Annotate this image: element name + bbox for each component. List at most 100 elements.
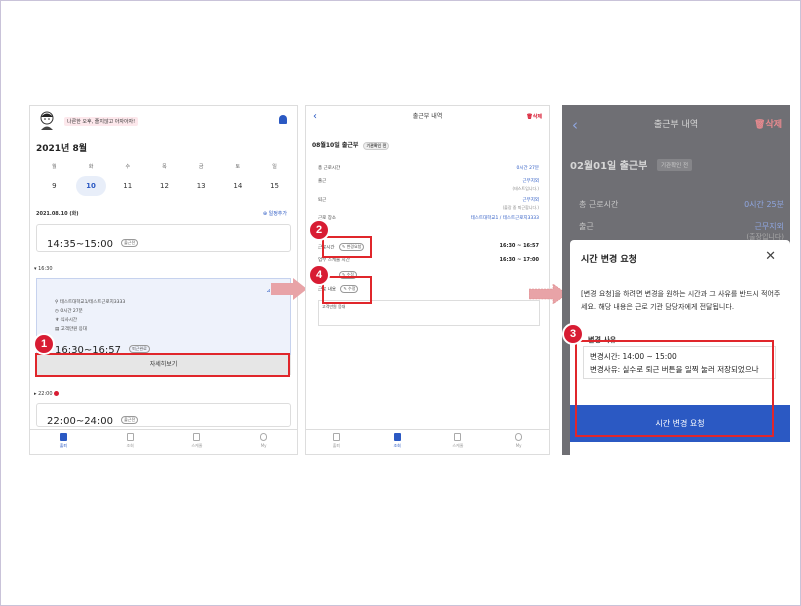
row-label: 총 근로시간 bbox=[318, 166, 341, 171]
nav-item-my[interactable]: My bbox=[244, 430, 284, 454]
weekday-label: 월 bbox=[52, 164, 57, 170]
date-row: 9 10 11 12 13 14 15 bbox=[30, 176, 297, 196]
card-duration: ◷ 0시간 27분 bbox=[55, 309, 83, 314]
arrow-icon bbox=[271, 278, 307, 300]
weekday-label: 화 bbox=[88, 164, 94, 170]
attendance-heading: 02월01일 출근부 bbox=[570, 161, 648, 172]
step-badge: 4 bbox=[308, 264, 330, 286]
close-icon[interactable]: ✕ bbox=[765, 249, 776, 264]
row-value: 근무지외 bbox=[522, 198, 539, 203]
row-label: 퇴근 bbox=[318, 198, 327, 203]
highlight-box bbox=[322, 276, 372, 304]
row-value: 16:30 ~ 16:57 bbox=[499, 243, 539, 249]
time-section-header[interactable]: ▾ 16:30 bbox=[34, 266, 53, 272]
nav-item-schedule[interactable]: 스케줄 bbox=[177, 430, 217, 454]
weekday-label: 수 bbox=[125, 164, 131, 170]
attendance-heading: 08월10일 출근부 기관확인 전 bbox=[312, 140, 390, 150]
card-location: ⚲ 테스트대학교1/테스트근로지3333 bbox=[55, 300, 126, 305]
weekday-row: 월 화 수 목 금 토 일 bbox=[30, 163, 297, 170]
highlight-box bbox=[575, 340, 774, 437]
status-badge: 기관확인 전 bbox=[657, 159, 693, 171]
time-section-header[interactable]: ▸ 22:00 bbox=[34, 391, 60, 397]
date-cell[interactable]: 12 bbox=[149, 176, 179, 196]
checkbox-icon bbox=[59, 433, 67, 441]
calendar-icon bbox=[454, 433, 462, 441]
calendar-icon bbox=[193, 433, 201, 441]
card-task: ▤ 고객만원 응대 bbox=[55, 327, 87, 332]
nav-label: My bbox=[260, 443, 267, 448]
delete-button[interactable]: 🗑삭제 bbox=[754, 105, 782, 145]
selected-date-header: 2021.08.10 (화) bbox=[36, 211, 79, 217]
row-value: 근무지외 bbox=[522, 179, 539, 184]
delete-label: 삭제 bbox=[765, 120, 782, 130]
nav-label: 스케줄 bbox=[191, 443, 203, 448]
row-value: 0시간 25분 bbox=[744, 200, 784, 209]
nav-label: 조회 bbox=[393, 443, 401, 448]
highlight-box bbox=[35, 353, 290, 377]
weekday-label: 금 bbox=[198, 164, 204, 170]
status-badge: 출근전 bbox=[121, 415, 139, 424]
step-badge: 1 bbox=[33, 333, 55, 355]
shift-time: 14:35~15:00 bbox=[47, 239, 114, 250]
nav-label: 출퇴 bbox=[332, 443, 341, 448]
status-badge: 퇴근완료 bbox=[129, 344, 150, 353]
nav-item-schedule[interactable]: 스케줄 bbox=[438, 430, 478, 454]
bottom-nav: 출퇴 조회 스케줄 My bbox=[306, 429, 549, 454]
checkbox-icon bbox=[332, 433, 340, 441]
row-sub: (테스트입니다.) bbox=[512, 186, 539, 191]
avatar-icon bbox=[40, 111, 54, 130]
heading-text: 08월10일 출근부 bbox=[312, 142, 359, 149]
month-title: 2021년 8월 bbox=[36, 144, 88, 154]
delete-label: 삭제 bbox=[532, 114, 542, 120]
weekday-label: 목 bbox=[162, 164, 167, 170]
user-icon bbox=[515, 433, 523, 441]
card-meal: ♆ 식사시간 bbox=[55, 318, 78, 323]
section-label: ▸ 22:00 bbox=[34, 391, 53, 397]
row-value: 근무지외 bbox=[754, 222, 784, 231]
alert-dot-icon bbox=[54, 391, 60, 396]
step-badge: 3 bbox=[562, 323, 584, 345]
date-cell[interactable]: 11 bbox=[113, 176, 143, 196]
nav-label: 조회 bbox=[126, 443, 134, 448]
delete-button[interactable]: 🗑삭제 bbox=[526, 106, 542, 128]
nav-item-my[interactable]: My bbox=[499, 430, 539, 454]
shift-card[interactable]: 14:35~15:00 출근전 bbox=[36, 224, 291, 252]
row-label: 출근 bbox=[318, 179, 327, 184]
greeting-text: 나른한 오후, 졸지않고 아자아자! bbox=[64, 117, 139, 126]
date-cell-selected[interactable]: 10 bbox=[76, 176, 107, 196]
row-value: 0시간 27분 bbox=[516, 166, 539, 171]
nav-item-attendance[interactable]: 출퇴 bbox=[43, 430, 83, 454]
row-value: 16:30 ~ 17:00 bbox=[499, 257, 539, 263]
shift-card[interactable]: 22:00~24:00 출근전 bbox=[36, 403, 291, 427]
row-sub: (출장 중 퇴근합니다.) bbox=[502, 205, 539, 210]
date-cell[interactable]: 15 bbox=[260, 176, 290, 196]
document-icon bbox=[126, 433, 134, 441]
modal-description: [변경 요청]을 하려면 변경을 원하는 시간과 그 사유를 반드시 적어주세요… bbox=[581, 290, 781, 311]
document-icon bbox=[393, 433, 401, 441]
nav-item-attendance[interactable]: 출퇴 bbox=[316, 430, 356, 454]
row-label: 출근 bbox=[579, 222, 594, 231]
back-icon[interactable]: ‹ bbox=[572, 105, 578, 145]
nav-item-search[interactable]: 조회 bbox=[377, 430, 417, 454]
status-badge: 기관확인 전 bbox=[363, 141, 390, 150]
step-badge: 2 bbox=[308, 219, 330, 241]
trash-icon: 🗑 bbox=[754, 120, 766, 130]
date-cell[interactable]: 9 bbox=[39, 176, 69, 196]
back-icon[interactable]: ‹ bbox=[313, 106, 317, 128]
bottom-nav: 출퇴 조회 스케줄 My bbox=[30, 429, 297, 454]
nav-item-search[interactable]: 조회 bbox=[110, 430, 150, 454]
user-icon bbox=[260, 433, 268, 441]
status-badge: 출근전 bbox=[121, 238, 139, 247]
row-value: 테스트대학교1 / 테스트근로지3333 bbox=[470, 216, 539, 221]
nav-label: 스케줄 bbox=[452, 443, 464, 448]
highlight-box bbox=[322, 236, 372, 258]
calendar-screen: 나른한 오후, 졸지않고 아자아자! 2021년 8월 월 화 수 목 금 토 … bbox=[29, 105, 298, 455]
date-cell[interactable]: 14 bbox=[223, 176, 253, 196]
page-title: 출근부 내역 bbox=[412, 113, 443, 120]
weekday-label: 일 bbox=[272, 164, 277, 170]
date-cell[interactable]: 13 bbox=[186, 176, 216, 196]
add-schedule-link[interactable]: ⊕ 일정추가 bbox=[263, 210, 287, 217]
modal-title: 시간 변경 요청 bbox=[581, 255, 637, 265]
shift-time: 22:00~24:00 bbox=[47, 416, 114, 427]
bell-icon[interactable] bbox=[279, 115, 287, 124]
